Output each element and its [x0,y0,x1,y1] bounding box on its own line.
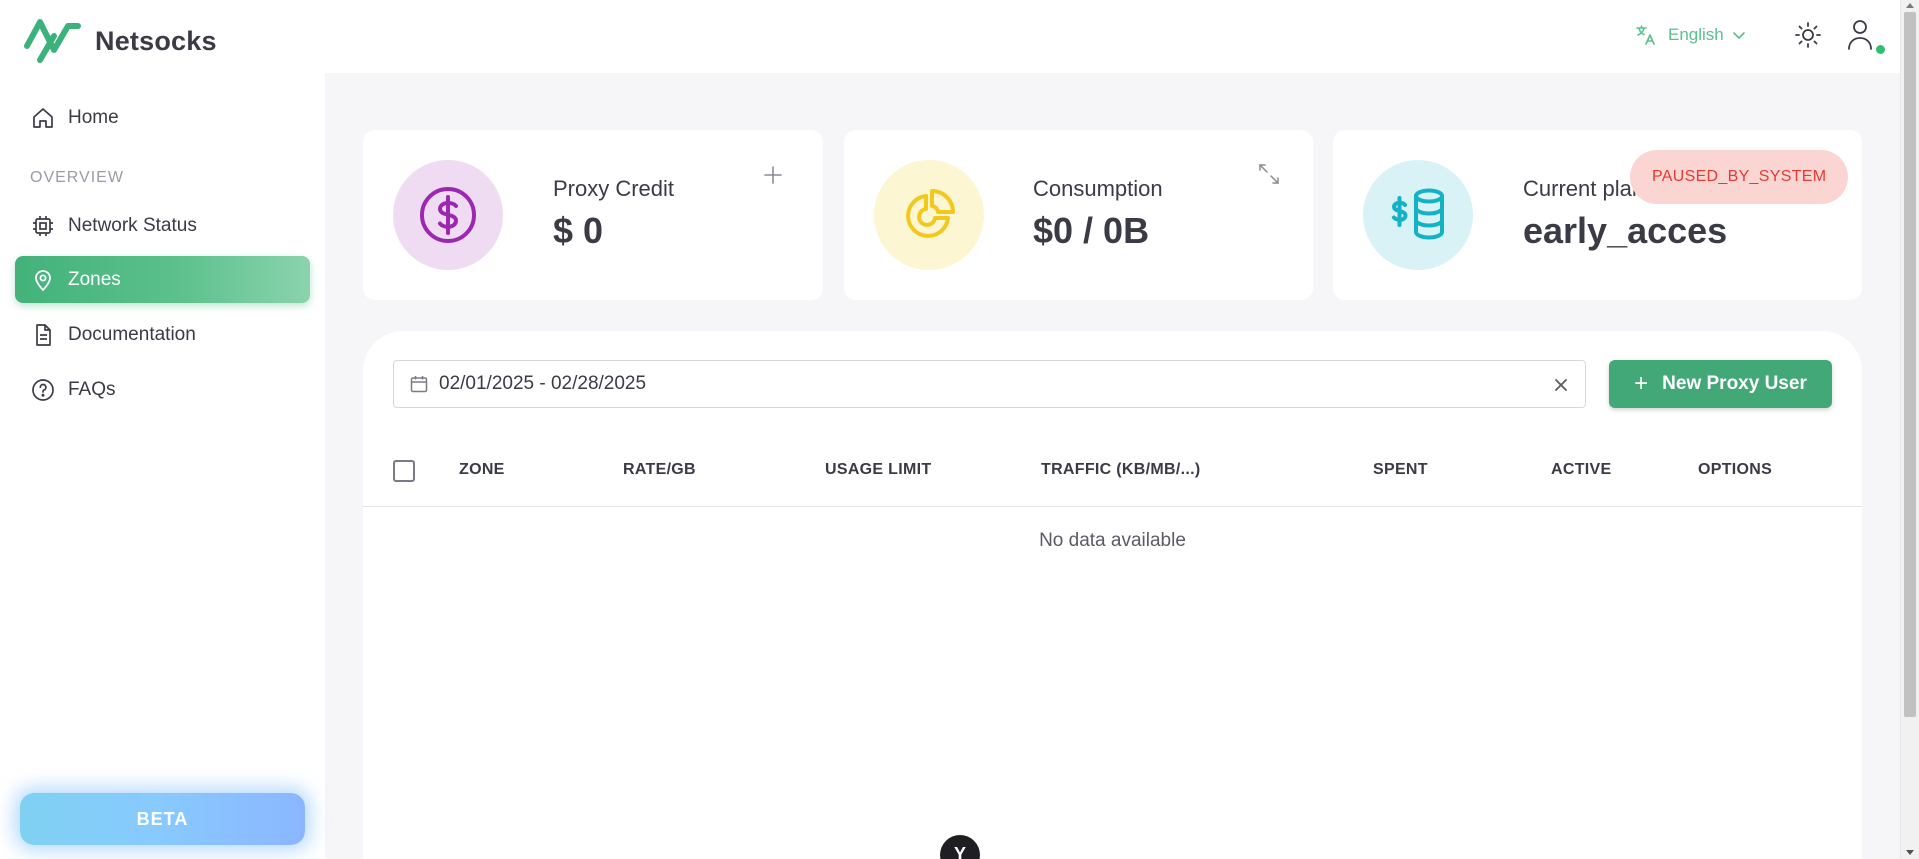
sidebar-item-documentation[interactable]: Documentation [15,311,310,358]
credit-icon-circle [393,160,503,270]
add-credit-icon[interactable] [763,165,783,185]
zones-panel: 02/01/2025 - 02/28/2025 + New Proxy User… [363,331,1862,859]
dollar-circle-icon [420,187,476,243]
plan-status-badge: PAUSED_BY_SYSTEM [1630,150,1849,204]
document-icon [36,323,51,346]
language-label: English [1668,25,1724,44]
sidebar-item-label: Documentation [68,323,196,345]
column-traffic[interactable]: TRAFFIC (KB/MB/...) [1041,461,1200,479]
consumption-value: $0 / 0B [1033,210,1150,251]
sidebar-item-label: Home [68,106,119,128]
table-empty-message: No data available [1039,530,1186,551]
proxy-credit-card: Proxy Credit $ 0 [363,130,823,300]
sidebar-item-network-status[interactable]: Network Status [15,202,310,249]
new-proxy-user-label: New Proxy User [1662,373,1807,394]
page-scrollbar[interactable] [1900,0,1919,859]
top-header: Netsocks English [0,0,1900,73]
date-range-value: 02/01/2025 - 02/28/2025 [439,373,647,394]
language-selector[interactable]: English [1634,20,1746,50]
column-options[interactable]: OPTIONS [1698,461,1772,479]
scrollbar-thumb[interactable] [1904,12,1916,717]
date-range-input[interactable]: 02/01/2025 - 02/28/2025 [393,360,1586,408]
sidebar: Home OVERVIEW Network Status Zones Docum… [0,73,325,859]
question-circle-icon [32,378,54,401]
online-status-dot [1876,45,1885,54]
column-zone[interactable]: ZONE [459,461,505,479]
sidebar-item-home[interactable]: Home [15,94,310,141]
pie-chart-icon [906,189,955,238]
location-pin-icon [35,269,51,291]
chevron-down-icon [1732,32,1745,39]
consumption-icon-circle [874,160,984,270]
translate-icon [1636,25,1655,45]
home-icon [33,107,53,128]
plan-value: early_acces [1523,210,1728,251]
plus-icon: + [1634,370,1649,397]
netsocks-logo-icon [24,19,81,63]
column-active[interactable]: ACTIVE [1551,461,1611,479]
brand-name: Netsocks [95,25,217,56]
table-header: ZONE RATE/GB USAGE LIMIT TRAFFIC (KB/MB/… [363,431,1862,507]
plan-icon-circle [1363,160,1473,270]
credit-label: Proxy Credit [553,176,675,201]
user-icon [1848,20,1872,50]
select-all-checkbox[interactable] [393,460,415,482]
expand-icon[interactable] [1257,162,1281,186]
scroll-up-arrow-icon[interactable] [1906,3,1914,8]
brand[interactable]: Netsocks [24,16,217,66]
sidebar-item-label: Network Status [68,214,197,236]
user-menu-button[interactable] [1847,18,1885,56]
sidebar-item-label: FAQs [68,378,116,400]
column-rate-gb[interactable]: RATE/GB [623,461,696,479]
consumption-card: Consumption $0 / 0B [844,130,1313,300]
column-usage-limit[interactable]: USAGE LIMIT [825,461,931,479]
beta-badge: BETA [20,793,305,845]
sidebar-item-faqs[interactable]: FAQs [15,366,310,413]
plan-label: Current plan [1523,176,1645,201]
dollar-database-icon [1391,188,1444,240]
chip-icon [33,215,53,236]
new-proxy-user-button[interactable]: + New Proxy User [1609,360,1832,408]
sidebar-section-overview: OVERVIEW [30,169,124,186]
current-plan-card: Current plan early_acces PAUSED_BY_SYSTE… [1333,130,1862,300]
sidebar-item-zones[interactable]: Zones [15,256,310,303]
consumption-label: Consumption [1033,176,1163,201]
credit-value: $ 0 [553,210,604,251]
column-spent[interactable]: SPENT [1373,461,1428,479]
sidebar-item-label: Zones [68,268,121,290]
clear-icon[interactable] [1549,373,1573,397]
scroll-down-arrow-icon[interactable] [1906,850,1914,855]
sun-icon[interactable] [1793,20,1823,50]
calendar-icon [410,376,428,393]
